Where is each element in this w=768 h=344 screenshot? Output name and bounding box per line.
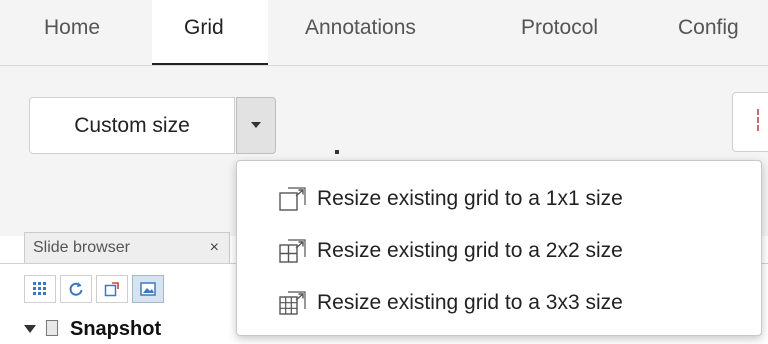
custom-size-dropdown-toggle[interactable] xyxy=(236,97,276,154)
document-icon xyxy=(46,320,58,336)
slide-browser-title: Slide browser xyxy=(33,239,130,256)
menu-item-resize-2x2[interactable]: Resize existing grid to a 2x2 size xyxy=(237,225,761,277)
expand-arrow-icon[interactable] xyxy=(24,325,36,333)
image-view-button[interactable] xyxy=(132,275,164,303)
custom-size-button[interactable]: Custom size xyxy=(29,97,235,154)
tab-grid[interactable]: Grid xyxy=(152,0,268,65)
image-view-icon xyxy=(140,282,156,296)
new-window-icon xyxy=(104,282,119,297)
grid-line-icon xyxy=(757,109,761,131)
close-icon[interactable]: × xyxy=(210,233,219,263)
grid-view-button[interactable] xyxy=(24,275,56,303)
ribbon-next-button[interactable] xyxy=(732,92,768,152)
grid-view-icon xyxy=(33,282,46,295)
tab-annotations[interactable]: Annotations xyxy=(305,0,416,65)
new-window-button[interactable] xyxy=(96,275,128,303)
tree-node-snapshot[interactable]: Snapshot xyxy=(24,318,161,344)
resize-grid-3x3-icon xyxy=(279,291,306,315)
menu-item-resize-3x3[interactable]: Resize existing grid to a 3x3 size xyxy=(237,277,761,329)
resize-grid-menu: Resize existing grid to a 1x1 size Resiz… xyxy=(236,160,762,336)
slide-browser-tab[interactable]: Slide browser × xyxy=(24,232,230,263)
resize-grid-1x1-icon xyxy=(279,187,306,211)
menu-item-resize-1x1[interactable]: Resize existing grid to a 1x1 size xyxy=(237,173,761,225)
tab-config[interactable]: Config xyxy=(678,0,739,65)
ribbon-tab-bar: Home Grid Annotations Protocol Config xyxy=(0,0,768,66)
refresh-icon xyxy=(69,282,83,296)
caret-down-icon xyxy=(251,122,261,128)
tab-home[interactable]: Home xyxy=(44,0,100,65)
menu-item-label: Resize existing grid to a 2x2 size xyxy=(317,239,623,262)
menu-item-label: Resize existing grid to a 1x1 size xyxy=(317,187,623,210)
ribbon-separator-mark xyxy=(335,150,339,154)
refresh-button[interactable] xyxy=(60,275,92,303)
resize-grid-2x2-icon xyxy=(279,239,306,263)
tab-protocol[interactable]: Protocol xyxy=(521,0,598,65)
tree-node-label: Snapshot xyxy=(70,318,162,340)
menu-item-label: Resize existing grid to a 3x3 size xyxy=(317,291,623,314)
